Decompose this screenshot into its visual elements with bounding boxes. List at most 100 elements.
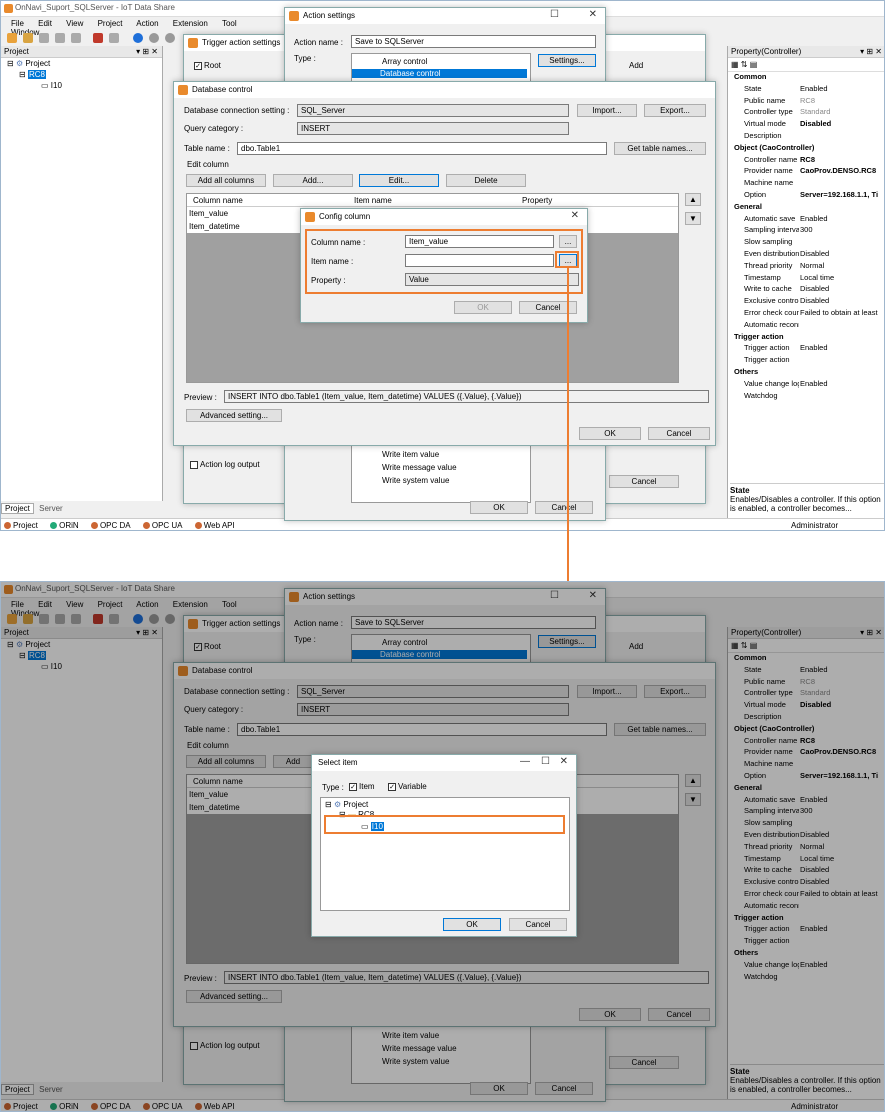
app-title: OnNavi_Suport_SQLServer - IoT Data Share [15, 3, 175, 12]
property-value: CaoProv.DENSO.RC8 [800, 166, 877, 176]
property-value: Server=192.168.1.1, Ti [800, 189, 879, 199]
property-row[interactable]: Virtual mode Disabled [728, 119, 884, 131]
menu-extension[interactable]: Extension [173, 19, 208, 28]
status-project[interactable]: Project [4, 521, 38, 530]
tree-item[interactable]: ▭ I10 [41, 81, 62, 90]
status-opcua[interactable]: OPC UA [142, 521, 183, 530]
property-row[interactable]: Public name RC8 [728, 96, 884, 108]
menu-file[interactable]: File [11, 19, 24, 28]
property-row[interactable]: Description [728, 131, 884, 143]
header-column-name: Column name [193, 196, 243, 205]
property-row[interactable]: Automatic reconnect [728, 320, 884, 332]
tree-controller[interactable]: ⊟ RC8 [19, 70, 46, 79]
action-name-label: Action name : [294, 38, 343, 47]
database-control-title: Database control [174, 82, 715, 98]
export-button[interactable]: Export... [644, 104, 706, 117]
property-row[interactable]: Option Server=192.168.1.1, Ti [728, 189, 884, 202]
add-all-button[interactable]: Add all columns [186, 174, 266, 187]
action-ok-button[interactable]: OK [470, 501, 528, 514]
play-icon[interactable] [133, 33, 143, 43]
property-row[interactable]: Slow sampling [728, 237, 884, 249]
property-row[interactable]: Even distribution Disabled [728, 249, 884, 261]
item-checkbox[interactable]: ✓ Item [349, 782, 375, 791]
query-select[interactable]: INSERT [297, 122, 569, 135]
select-ok-button[interactable]: OK [443, 918, 501, 931]
screenshot-after: OnNavi_Suport_SQLServer - IoT Data Share… [0, 581, 885, 1112]
property-row[interactable]: Sampling interval 300 [728, 225, 884, 237]
advanced-setting-button[interactable]: Advanced setting... [186, 409, 282, 422]
stop-icon[interactable] [149, 33, 159, 43]
type-write-message[interactable]: Write message value [382, 463, 457, 472]
property-row[interactable]: Trigger action Enabled [728, 343, 884, 355]
db-ok-button[interactable]: OK [579, 427, 641, 440]
property-row[interactable]: Exclusive control Disabled [728, 296, 884, 308]
type-database-control[interactable]: Database control [352, 69, 527, 78]
close-icon[interactable]: ✕ [571, 210, 579, 221]
property-row[interactable]: Trigger action [728, 355, 884, 367]
conn-select[interactable]: SQL_Server [297, 104, 569, 117]
property-row[interactable]: Machine name [728, 178, 884, 190]
get-tables-button[interactable]: Get table names... [614, 142, 706, 155]
import-button[interactable]: Import... [577, 104, 637, 117]
settings-icon[interactable] [109, 33, 119, 43]
move-down-button[interactable]: ▼ [685, 212, 701, 225]
checkbox-icon[interactable]: ✓ [194, 61, 202, 70]
property-row[interactable]: Value change log Enabled [728, 378, 884, 391]
config-ok-button[interactable]: OK [454, 301, 512, 314]
status-opcda[interactable]: OPC DA [90, 521, 131, 530]
tree-root[interactable]: ⊟ ⚙ Project [7, 59, 50, 68]
tab-project[interactable]: Project [1, 503, 34, 514]
type-write-item[interactable]: Write item value [382, 450, 439, 459]
new-icon[interactable] [7, 33, 17, 43]
settings-button[interactable]: Settings... [538, 54, 596, 67]
trigger-cancel-button[interactable]: Cancel [609, 475, 679, 488]
action-name-input[interactable]: Save to SQLServer [351, 35, 596, 48]
status-orin[interactable]: ORiN [50, 521, 79, 530]
menu-edit[interactable]: Edit [38, 19, 52, 28]
delete-column-button[interactable]: Delete [446, 174, 526, 187]
menu-bar: File Edit View Project Action Extension … [1, 17, 291, 37]
db-cancel-button[interactable]: Cancel [648, 427, 710, 440]
pin-icon[interactable]: ▾ ⊞ ✕ [136, 47, 158, 56]
type-write-system[interactable]: Write system value [382, 476, 449, 485]
edit-column-button[interactable]: Edit... [359, 174, 439, 187]
property-row[interactable]: Error check count Failed to obtain at lea… [728, 308, 884, 320]
tab-server[interactable]: Server [36, 504, 66, 513]
property-value: Enabled [800, 378, 828, 388]
delete-icon[interactable] [71, 33, 81, 43]
property-row[interactable]: Controller type Standard [728, 107, 884, 119]
action-log-check[interactable]: Action log output [190, 460, 260, 469]
toolbox-icon[interactable] [93, 33, 103, 43]
property-row[interactable]: Watchdog [728, 391, 884, 403]
pin-icon[interactable]: ▾ ⊞ ✕ [860, 47, 882, 56]
property-row[interactable]: State Enabled [728, 84, 884, 96]
trigger-root[interactable]: ✓ Root [194, 61, 221, 70]
property-row[interactable]: Write to cache Disabled [728, 284, 884, 296]
minimize-icon[interactable]: — [520, 756, 530, 767]
variable-checkbox[interactable]: ✓ Variable [388, 782, 427, 791]
maximize-icon[interactable]: ☐ [541, 756, 550, 767]
pause-icon[interactable] [165, 33, 175, 43]
select-tree-root[interactable]: ⊟ ⚙ Project [325, 800, 368, 809]
menu-project[interactable]: Project [98, 19, 123, 28]
close-icon[interactable]: ✕ [560, 756, 568, 767]
property-row[interactable]: Controller name RC8 [728, 155, 884, 167]
property-row[interactable]: Timestamp Local time [728, 273, 884, 285]
table-input[interactable]: dbo.Table1 [237, 142, 607, 155]
property-row[interactable]: Provider name CaoProv.DENSO.RC8 [728, 166, 884, 178]
property-row[interactable]: Thread priority Normal [728, 261, 884, 273]
move-up-button[interactable]: ▲ [685, 193, 701, 206]
status-webapi[interactable]: Web API [194, 521, 235, 530]
menu-action[interactable]: Action [136, 19, 158, 28]
property-category: Others [728, 367, 884, 379]
conn-label: Database connection setting : [184, 106, 290, 115]
copy-icon[interactable] [55, 33, 65, 43]
property-row[interactable]: Automatic save Enabled [728, 214, 884, 226]
type-array-control[interactable]: Array control [382, 57, 427, 66]
select-cancel-button[interactable]: Cancel [509, 918, 567, 931]
menu-view[interactable]: View [66, 19, 83, 28]
add-column-button[interactable]: Add... [273, 174, 353, 187]
save-icon[interactable] [39, 33, 49, 43]
menu-tool[interactable]: Tool [222, 19, 237, 28]
folder-icon[interactable] [23, 33, 33, 43]
